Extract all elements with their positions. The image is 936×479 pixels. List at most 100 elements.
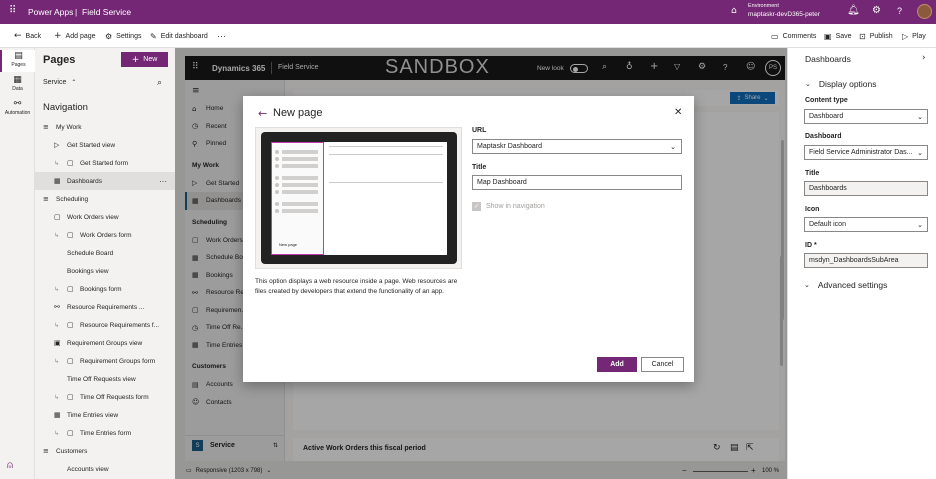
- save-icon: ▣: [824, 31, 832, 41]
- nav-item[interactable]: ↳ ▢ Resource Requirements f...: [35, 316, 175, 334]
- title-input[interactable]: Dashboards: [804, 181, 928, 196]
- nav-item[interactable]: ▦ Dashboards ···: [35, 172, 175, 190]
- nav-item[interactable]: ↳ ▢ Time Off Requests form: [35, 388, 175, 406]
- user-icon[interactable]: ⍝: [7, 460, 13, 471]
- nav-item[interactable]: ≡ My Work: [35, 118, 175, 136]
- content-type-value: Dashboard: [809, 113, 844, 120]
- avatar[interactable]: [917, 4, 932, 19]
- display-options-label: Display options: [818, 79, 877, 89]
- gear-icon[interactable]: ⚙: [872, 5, 881, 16]
- nav-item[interactable]: ↳ ▢ Time Entries form: [35, 424, 175, 442]
- nav-item[interactable]: ▷ Get Started view: [35, 136, 175, 154]
- data-icon: ▦: [13, 75, 22, 85]
- add-page-button[interactable]: + Add page: [54, 29, 96, 43]
- nav-item[interactable]: ▦ Time Entries view: [35, 406, 175, 424]
- mockup-row: [275, 190, 321, 194]
- nav-item[interactable]: Bookings view: [35, 262, 175, 280]
- rail-label: Automation: [4, 110, 31, 116]
- cancel-label: Cancel: [651, 361, 674, 368]
- thumbnail-frame: New page: [255, 127, 462, 269]
- nav-item[interactable]: ≡ Customers: [35, 442, 175, 460]
- tablet-screen: New page: [271, 142, 447, 255]
- nav-item[interactable]: Accounts view: [35, 460, 175, 478]
- nav-item[interactable]: ↳ ▢ Bookings form: [35, 280, 175, 298]
- environment-icon: ⌂: [731, 6, 737, 16]
- rail-item-data[interactable]: ▦ Data: [0, 74, 35, 96]
- nav-item[interactable]: ↳ ▢ Requirement Groups form: [35, 352, 175, 370]
- nav-item-label: Time Entries form: [80, 429, 132, 437]
- nav-item[interactable]: ↳ ▢ Work Orders form: [35, 226, 175, 244]
- close-icon[interactable]: ✕: [674, 107, 682, 118]
- show-in-nav-checkbox[interactable]: ✓ Show in navigation: [472, 202, 545, 211]
- edit-dashboard-label: Edit dashboard: [160, 32, 208, 40]
- help-icon[interactable]: ?: [897, 6, 902, 16]
- save-button[interactable]: ▣ Save: [824, 29, 852, 43]
- publish-button[interactable]: ⊡ Publish: [859, 29, 893, 43]
- comments-button[interactable]: ▭ Comments: [771, 29, 816, 43]
- environment-name[interactable]: maptaskr-devD365-peter: [748, 11, 820, 18]
- search-icon[interactable]: ⌕: [157, 78, 162, 88]
- automation-icon: ⚯: [13, 99, 22, 109]
- nav-item[interactable]: ▢ Work Orders view: [35, 208, 175, 226]
- area-select[interactable]: Service ⌃: [43, 79, 76, 86]
- add-button[interactable]: Add: [597, 357, 637, 372]
- nav-item[interactable]: Time Off Requests view: [35, 370, 175, 388]
- save-label: Save: [835, 32, 852, 40]
- url-select[interactable]: Maptaskr Dashboard ⌄: [472, 139, 682, 154]
- nav-item-label: Work Orders view: [67, 213, 119, 221]
- list-icon: ≡: [43, 195, 49, 203]
- settings-button[interactable]: ⚙ Settings: [105, 29, 141, 43]
- nav-item-label: Accounts view: [67, 465, 109, 473]
- properties-title: Dashboards: [805, 54, 851, 64]
- icon-select[interactable]: Default icon ⌄: [804, 217, 928, 232]
- new-page-button[interactable]: + New: [121, 52, 168, 67]
- nav-item-label: Bookings view: [67, 267, 109, 275]
- title-value: Dashboards: [809, 185, 847, 192]
- bell-icon[interactable]: 🔔︎: [847, 5, 860, 16]
- edit-dashboard-button[interactable]: ✎ Edit dashboard: [150, 29, 208, 43]
- nav-item[interactable]: ↳ ▢ Get Started form: [35, 154, 175, 172]
- rail-label: Data: [12, 86, 23, 92]
- id-input[interactable]: msdyn_DashboardsSubArea: [804, 253, 928, 268]
- form-icon: ▢: [67, 393, 74, 401]
- chevron-updown-icon: ⌃: [71, 79, 77, 86]
- add-page-label: Add page: [65, 32, 96, 40]
- nav-item-label: Bookings form: [80, 285, 122, 293]
- nav-item[interactable]: ▣ Requirement Groups view: [35, 334, 175, 352]
- more-options-icon[interactable]: ···: [159, 177, 167, 186]
- app-launcher-icon[interactable]: ⠿: [9, 6, 16, 16]
- left-rail: ▤ Pages ▦ Data ⚯ Automation ⍝: [0, 48, 35, 479]
- back-arrow-icon[interactable]: ←: [258, 107, 267, 120]
- nav-item[interactable]: ⚯ Resource Requirements ...: [35, 298, 175, 316]
- rail-item-automation[interactable]: ⚯ Automation: [0, 98, 35, 120]
- new-page-dialog: ← New page ✕ New page This option displa…: [243, 96, 694, 382]
- dashboard-icon: ▦: [54, 177, 61, 185]
- id-value: msdyn_DashboardsSubArea: [809, 257, 899, 264]
- rail-item-pages[interactable]: ▤ Pages: [0, 50, 35, 72]
- chevron-right-icon[interactable]: ›: [922, 53, 926, 63]
- advanced-settings-label: Advanced settings: [817, 280, 888, 290]
- nav-item-label: Customers: [56, 447, 88, 455]
- environment-label: Environment: [748, 3, 779, 9]
- nav-item[interactable]: ≡ Scheduling: [35, 190, 175, 208]
- advanced-settings-header[interactable]: ⌄ Advanced settings: [804, 280, 887, 290]
- dashboard-select[interactable]: Field Service Administrator Das... ⌄: [804, 145, 928, 160]
- nav-item[interactable]: Schedule Board: [35, 244, 175, 262]
- title-field[interactable]: Map Dashboard: [472, 175, 682, 190]
- title-field-value: Map Dashboard: [477, 179, 527, 186]
- cancel-button[interactable]: Cancel: [641, 357, 684, 372]
- nav-item-label: Work Orders form: [80, 231, 132, 239]
- view-icon: ▷: [54, 141, 60, 149]
- rail-label: Pages: [11, 62, 26, 68]
- back-button[interactable]: ← Back: [14, 29, 41, 43]
- app-name[interactable]: Power Apps: [28, 7, 73, 17]
- more-button[interactable]: ···: [217, 31, 226, 41]
- resource-icon: ⚯: [54, 303, 60, 311]
- mockup-caption: New page: [279, 242, 298, 247]
- form-icon: ▢: [67, 429, 74, 437]
- play-button[interactable]: ▷ Play: [902, 29, 926, 43]
- plus-icon: +: [131, 54, 140, 65]
- display-options-header[interactable]: ⌄ Display options: [805, 79, 877, 89]
- nav-item-label: Schedule Board: [67, 249, 114, 257]
- content-type-select[interactable]: Dashboard ⌄: [804, 109, 928, 124]
